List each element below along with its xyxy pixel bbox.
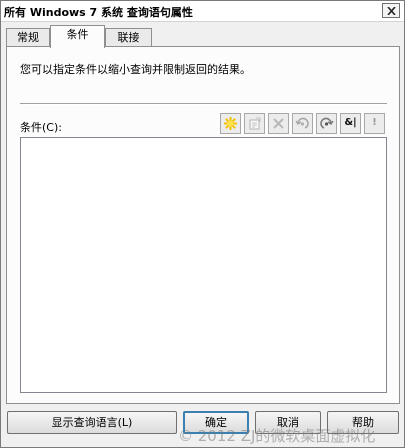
watermark: © 2012 ZJ的微软桌面虚拟化 — [178, 427, 376, 445]
query-properties-dialog: 所有 Windows 7 系统 查询语句属性 常规 条件 联接 您可以指定条件以… — [0, 0, 405, 448]
properties-icon — [249, 117, 261, 130]
title-bar: 所有 Windows 7 系统 查询语句属性 — [1, 1, 404, 22]
conditions-toolbar: &| ! — [220, 113, 390, 134]
criteria-panel: 您可以指定条件以缩小查询并限制返回的结果。 条件(C): &| ! — [6, 46, 400, 404]
delete-button[interactable] — [268, 113, 289, 134]
criteria-description: 您可以指定条件以缩小查询并限制返回的结果。 — [20, 63, 251, 76]
divider — [20, 103, 387, 105]
window-title: 所有 Windows 7 系统 查询语句属性 — [4, 6, 193, 19]
not-button[interactable]: ! — [364, 113, 385, 134]
properties-button[interactable] — [244, 113, 265, 134]
tab-criteria[interactable]: 条件 — [50, 25, 105, 48]
close-icon — [387, 7, 396, 15]
new-condition-icon — [224, 117, 237, 130]
close-button[interactable] — [382, 3, 400, 18]
conditions-label: 条件(C): — [20, 121, 62, 134]
redo-icon — [320, 117, 334, 129]
redo-button[interactable] — [316, 113, 337, 134]
tab-strip: 常规 条件 联接 — [6, 25, 401, 48]
tab-joins[interactable]: 联接 — [105, 28, 152, 47]
undo-icon — [295, 117, 309, 129]
conditions-list[interactable] — [20, 137, 387, 393]
not-icon: ! — [372, 117, 377, 128]
and-or-button[interactable]: &| — [340, 113, 361, 134]
tab-general[interactable]: 常规 — [6, 28, 50, 47]
show-query-language-button[interactable]: 显示查询语言(L) — [7, 411, 177, 434]
and-or-icon: &| — [344, 117, 357, 128]
delete-icon — [273, 118, 284, 129]
undo-button[interactable] — [292, 113, 313, 134]
new-condition-button[interactable] — [220, 113, 241, 134]
